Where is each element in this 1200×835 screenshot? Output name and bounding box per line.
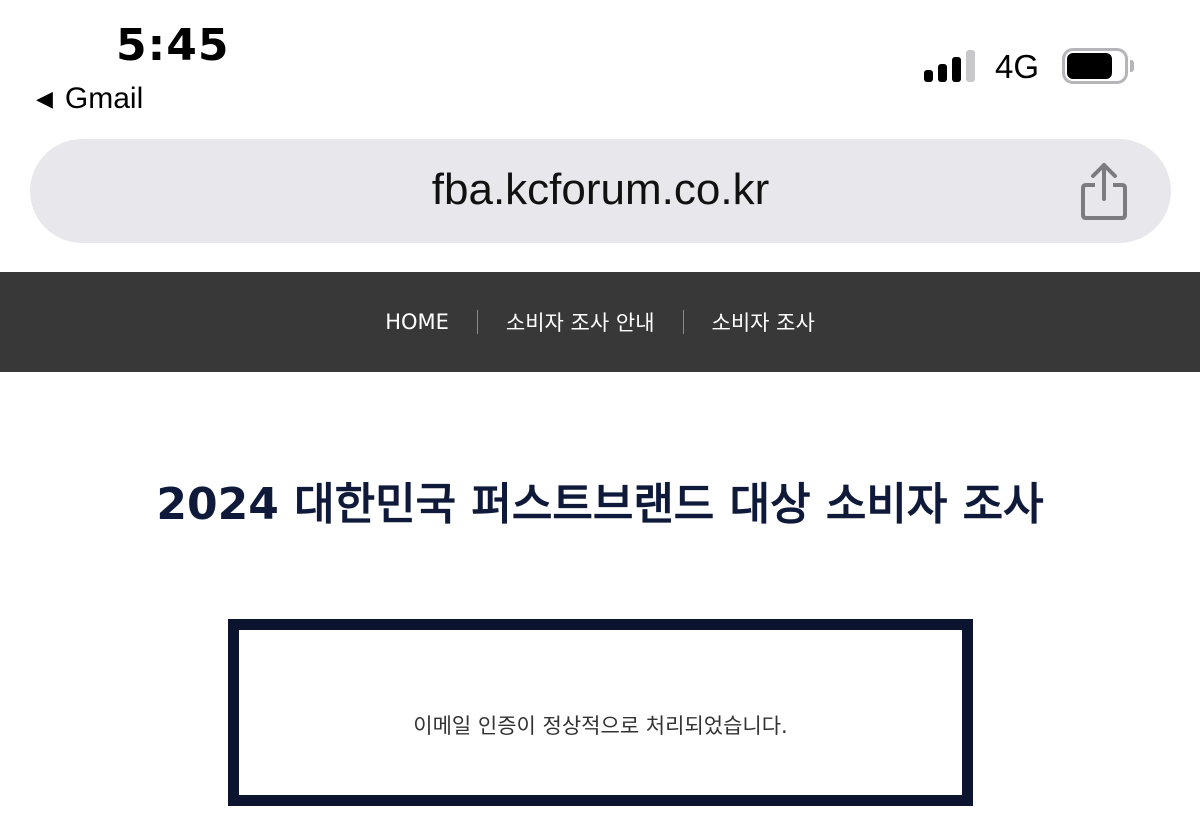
message-box: 이메일 인증이 정상적으로 처리되었습니다. (228, 619, 973, 806)
status-time: 5:45 (116, 20, 230, 71)
verification-message: 이메일 인증이 정상적으로 처리되었습니다. (413, 714, 788, 738)
back-triangle-icon: ◀ (36, 86, 53, 111)
address-bar[interactable]: fba.kcforum.co.kr (30, 139, 1171, 243)
battery-icon (1062, 48, 1134, 84)
back-app-label: Gmail (64, 82, 144, 115)
nav-item-survey[interactable]: 소비자 조사 (712, 307, 815, 337)
status-bar: 5:45 ◀ Gmail 4G (0, 0, 1200, 130)
share-icon[interactable] (1080, 161, 1128, 221)
signal-strength-icon (924, 48, 978, 82)
nav-divider (682, 310, 684, 334)
nav-divider (476, 310, 478, 334)
page-title: 2024 대한민국 퍼스트브랜드 대상 소비자 조사 (156, 479, 1044, 530)
nav-item-home[interactable]: HOME (385, 310, 449, 334)
nav-item-survey-guide[interactable]: 소비자 조사 안내 (506, 307, 655, 337)
network-type: 4G (995, 48, 1040, 85)
back-to-app-link[interactable]: ◀ Gmail (36, 82, 143, 116)
top-navigation: HOME 소비자 조사 안내 소비자 조사 (0, 272, 1200, 372)
url-text[interactable]: fba.kcforum.co.kr (30, 165, 1171, 215)
